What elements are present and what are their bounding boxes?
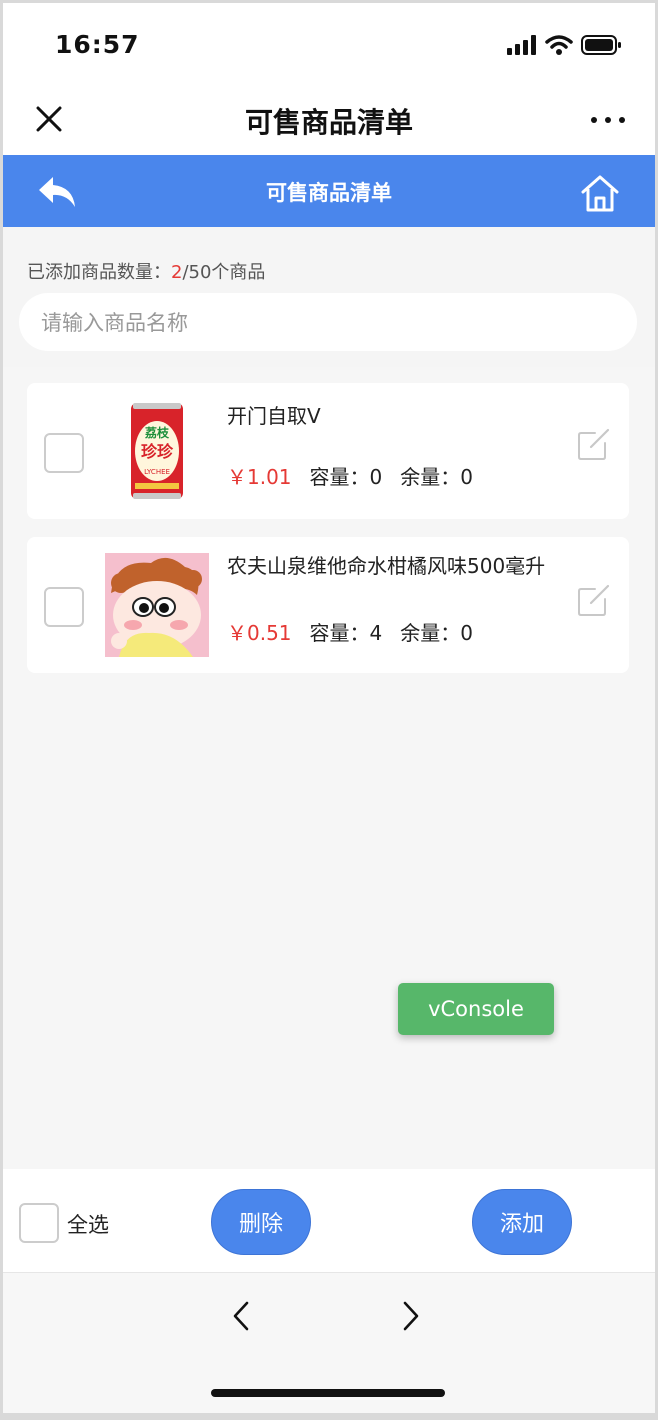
status-time: 16:57 [55,30,140,59]
product-list: 荔枝 珍珍 LYCHEE 开门自取V ￥1.01 容量：0 余量：0 农夫山泉维… [3,367,655,1169]
chevron-left-icon[interactable] [229,1299,253,1333]
item-count: 已添加商品数量：2/50个商品 [27,258,265,284]
product-price: ￥1.01 [227,465,292,489]
can-brand-sub: LYCHEE [144,468,170,476]
search-placeholder: 请输入商品名称 [41,311,188,335]
wechat-nav-bar: 可售商品清单 [3,91,655,155]
select-all-label[interactable]: 全选 [67,1209,109,1239]
status-icons [507,33,623,57]
browser-toolbar [3,1273,655,1413]
screen: 16:57 可售商品清单 可售商品清单 已添加商品数量：2/50个商品 请输入商… [3,3,655,1413]
home-icon[interactable] [579,173,621,213]
status-bar: 16:57 [3,3,655,91]
nav-title: 可售商品清单 [244,106,413,139]
product-price-line: ￥1.01 容量：0 余量：0 [227,461,473,490]
signal-icon [507,35,536,55]
product-checkbox[interactable] [44,433,84,473]
vconsole-button[interactable]: vConsole [398,983,554,1035]
product-image-lychee-can: 荔枝 珍珍 LYCHEE [105,399,209,503]
product-price: ￥0.51 [227,621,292,645]
select-all-checkbox[interactable] [19,1203,59,1243]
can-brand-top: 荔枝 [144,425,170,440]
search-input[interactable]: 请输入商品名称 [19,293,637,351]
product-capacity: 容量：4 [309,621,383,645]
bottom-action-bar: 全选 删除 添加 [3,1169,655,1273]
delete-button[interactable]: 删除 [211,1189,311,1255]
product-remaining: 余量：0 [400,621,473,645]
home-indicator [211,1389,445,1397]
battery-icon [581,35,621,55]
chevron-right-icon[interactable] [399,1299,423,1333]
page-title: 可售商品清单 [266,181,392,205]
product-image-cartoon-avatar [105,553,209,657]
product-remaining: 余量：0 [400,465,473,489]
more-icon[interactable] [591,115,625,125]
count-suffix: /50个商品 [182,262,266,283]
product-name: 农夫山泉维他命水柑橘风味500毫升 [227,554,546,578]
edit-icon[interactable] [577,583,611,617]
edit-icon[interactable] [577,427,611,461]
count-prefix: 已添加商品数量： [27,262,171,283]
product-name: 开门自取V [227,404,321,428]
product-card: 农夫山泉维他命水柑橘风味500毫升 ￥0.51 容量：4 余量：0 [27,537,629,673]
product-checkbox[interactable] [44,587,84,627]
can-brand-main: 珍珍 [141,442,174,461]
add-button[interactable]: 添加 [472,1189,572,1255]
page-header: 可售商品清单 [3,155,655,227]
product-price-line: ￥0.51 容量：4 余量：0 [227,617,473,646]
count-value: 2 [171,262,183,283]
product-card: 荔枝 珍珍 LYCHEE 开门自取V ￥1.01 容量：0 余量：0 [27,383,629,519]
product-capacity: 容量：0 [309,465,383,489]
wifi-icon [545,35,573,55]
